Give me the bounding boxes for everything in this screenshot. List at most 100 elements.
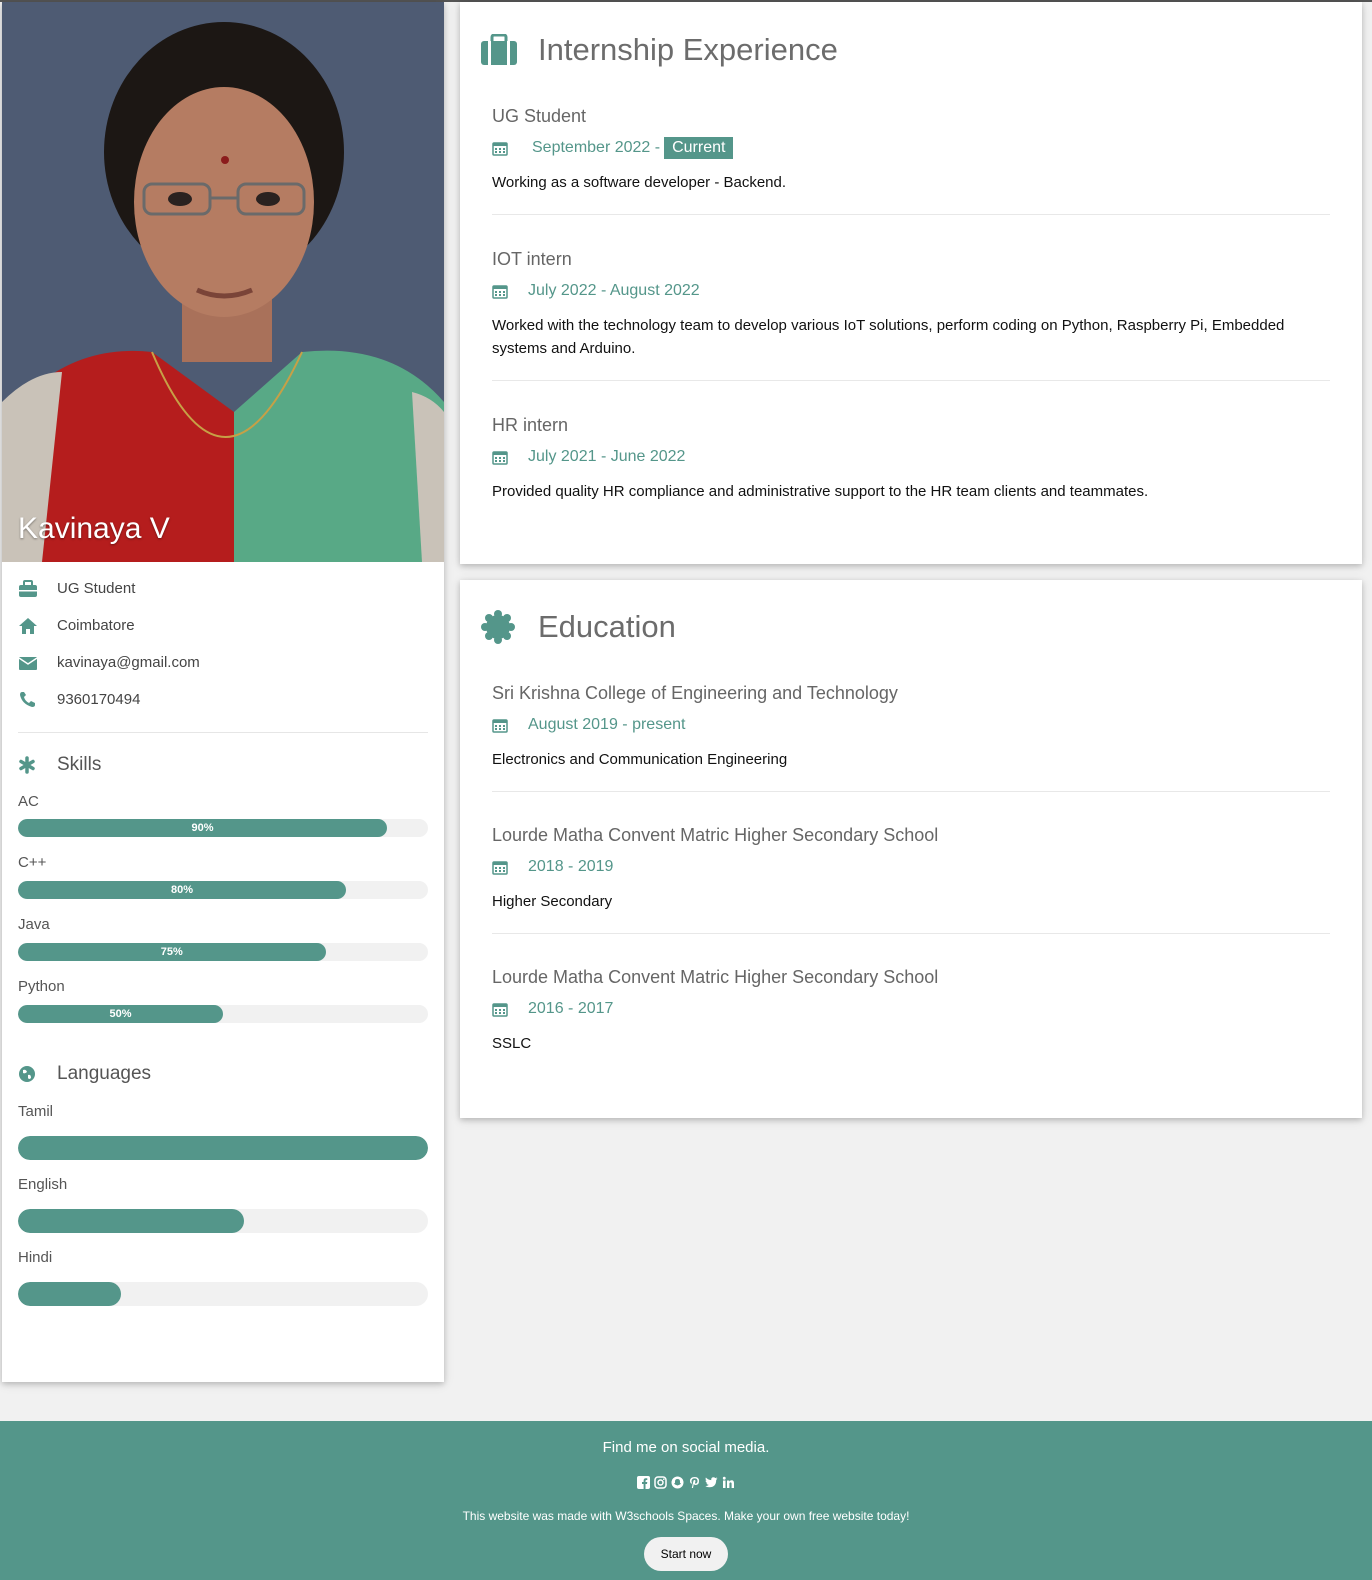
info-role: UG Student (18, 570, 428, 607)
skill-bar: 90% (18, 819, 428, 837)
info-location: Coimbatore (18, 607, 428, 644)
skill-bar-fill: 75% (18, 943, 326, 961)
facebook-icon[interactable] (637, 1475, 651, 1489)
profile-card: Kavinaya V UG Student Coimbatore kavinay… (2, 2, 444, 1382)
certificate-icon (480, 609, 538, 645)
skill-label: Python (18, 978, 65, 995)
languages-heading: Languages (2, 1063, 444, 1085)
instagram-icon[interactable] (654, 1475, 668, 1489)
entry-date: July 2022 - August 2022 (492, 282, 1330, 300)
start-now-button[interactable]: Start now (644, 1537, 728, 1571)
education-heading-text: Education (538, 609, 676, 644)
skill-item: AC 90% (2, 793, 444, 837)
entry-date: 2016 - 2017 (492, 1000, 1330, 1018)
entry-description: Electronics and Communication Engineerin… (492, 751, 788, 768)
suitcase-icon (480, 34, 538, 66)
skill-label: Java (18, 916, 50, 933)
entry-date-text: July 2021 - June 2022 (528, 448, 686, 465)
entry-description: Higher Secondary (492, 893, 613, 910)
language-bar-fill (18, 1136, 428, 1160)
calendar-icon (492, 859, 528, 875)
languages-heading-text: Languages (57, 1063, 152, 1084)
calendar-icon (492, 1001, 528, 1017)
info-phone-text: 9360170494 (57, 691, 141, 708)
entry-date-text: July 2022 - August 2022 (528, 282, 700, 299)
twitter-icon[interactable] (705, 1475, 719, 1489)
entry-date-text: 2016 - 2017 (528, 1000, 614, 1017)
footer-note: This website was made with W3schools Spa… (462, 1509, 910, 1523)
education-card: Education Sri Krishna College of Enginee… (460, 580, 1362, 1118)
home-icon (18, 617, 57, 635)
info-location-text: Coimbatore (57, 617, 135, 634)
entry-date: September 2022 - Current (492, 137, 1330, 159)
profile-photo-image (2, 2, 444, 562)
experience-card: Internship Experience UG Student Septemb… (460, 2, 1362, 564)
skills-heading: Skills (2, 754, 444, 776)
language-item: Tamil (2, 1103, 444, 1160)
language-bar (18, 1209, 428, 1233)
entry-date: 2018 - 2019 (492, 858, 1330, 876)
entry-title: HR intern (492, 415, 569, 435)
pinterest-icon[interactable] (688, 1475, 702, 1489)
contact-info: UG Student Coimbatore kavinaya@gmail.com… (2, 562, 444, 718)
snapchat-icon[interactable] (671, 1475, 685, 1489)
language-label: Hindi (18, 1249, 53, 1266)
experience-entry: HR intern July 2021 - June 2022 Provided… (460, 415, 1362, 503)
skill-label: C++ (18, 854, 47, 871)
divider (492, 380, 1330, 381)
social-icons (0, 1475, 1372, 1489)
language-bar (18, 1136, 428, 1160)
language-label: Tamil (18, 1103, 54, 1120)
divider (492, 214, 1330, 215)
envelope-icon (18, 655, 57, 671)
skill-bar-fill: 50% (18, 1005, 223, 1023)
entry-date: August 2019 - present (492, 716, 1330, 734)
info-email: kavinaya@gmail.com (18, 644, 428, 681)
experience-heading: Internship Experience (460, 2, 1362, 68)
profile-name: Kavinaya V (18, 512, 170, 545)
skill-item: Java 75% (2, 916, 444, 961)
asterisk-icon (18, 756, 57, 774)
calendar-icon (492, 283, 528, 299)
footer-heading: Find me on social media. (602, 1439, 770, 1456)
skill-item: C++ 80% (2, 854, 444, 899)
education-entry: Sri Krishna College of Engineering and T… (460, 683, 1362, 771)
language-item: Hindi (2, 1249, 444, 1306)
skills-list: AC 90% C++ 80% Java 75% Python 50% (2, 793, 444, 1023)
language-item: English (2, 1176, 444, 1233)
education-entry: Lourde Matha Convent Matric Higher Secon… (460, 967, 1362, 1055)
education-heading: Education (460, 580, 1362, 645)
skill-bar-fill: 80% (18, 881, 346, 899)
divider (492, 791, 1330, 792)
entry-date-text: August 2019 - present (528, 716, 686, 733)
info-phone: 9360170494 (18, 681, 428, 718)
calendar-icon (492, 449, 528, 465)
skill-bar: 75% (18, 943, 428, 961)
skill-bar: 80% (18, 881, 428, 899)
entry-title: IOT intern (492, 249, 572, 269)
divider (492, 933, 1330, 934)
divider (18, 732, 428, 733)
entry-description: Worked with the technology team to devel… (492, 317, 1285, 357)
entry-title: Lourde Matha Convent Matric Higher Secon… (492, 967, 939, 987)
language-bar-fill (18, 1282, 121, 1306)
experience-heading-text: Internship Experience (538, 32, 838, 67)
skill-bar: 50% (18, 1005, 428, 1023)
entry-title: Sri Krishna College of Engineering and T… (492, 683, 898, 703)
experience-entry: UG Student September 2022 - Current Work… (460, 106, 1362, 194)
linkedin-icon[interactable] (722, 1475, 736, 1489)
entry-date-text: September 2022 - (532, 139, 661, 156)
profile-photo: Kavinaya V (2, 2, 444, 562)
info-role-text: UG Student (57, 580, 136, 597)
info-email-text: kavinaya@gmail.com (57, 654, 200, 671)
skill-bar-fill: 90% (18, 819, 387, 837)
briefcase-icon (18, 579, 57, 598)
entry-title: Lourde Matha Convent Matric Higher Secon… (492, 825, 939, 845)
language-label: English (18, 1176, 68, 1193)
language-bar-fill (18, 1209, 244, 1233)
skills-heading-text: Skills (57, 754, 102, 775)
entry-description: SSLC (492, 1035, 532, 1052)
skill-label: AC (18, 793, 39, 810)
education-entry: Lourde Matha Convent Matric Higher Secon… (460, 825, 1362, 913)
entry-date-text: 2018 - 2019 (528, 858, 614, 875)
